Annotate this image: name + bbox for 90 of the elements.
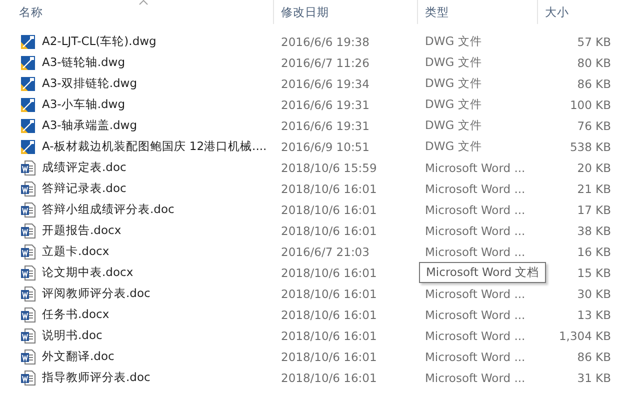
word-document-icon <box>20 286 36 302</box>
word-document-icon <box>20 328 36 344</box>
file-type: Microsoft Word ... <box>425 202 526 216</box>
file-size: 538 KB <box>570 140 611 154</box>
modified-date: 2016/6/6 19:31 <box>281 118 370 132</box>
modified-date: 2016/6/7 11:26 <box>281 56 370 70</box>
word-document-icon <box>20 370 36 386</box>
modified-date: 2018/10/6 16:01 <box>281 328 377 342</box>
file-name[interactable]: 成绩评定表.doc <box>42 160 126 175</box>
file-type: Microsoft Word ... <box>425 328 526 342</box>
file-name[interactable]: A2-LJT-CL(车轮).dwg <box>42 34 156 49</box>
file-name[interactable]: 任务书.docx <box>42 307 110 322</box>
file-name[interactable]: A3-链轮轴.dwg <box>42 55 125 70</box>
file-name[interactable]: A3-小车轴.dwg <box>42 97 125 112</box>
file-size: 38 KB <box>577 224 611 238</box>
file-type: Microsoft Word ... <box>425 286 526 300</box>
file-name[interactable]: 立题卡.docx <box>42 244 110 259</box>
word-document-icon <box>20 202 36 218</box>
word-document-icon <box>20 348 36 364</box>
file-name[interactable]: A-板材裁边机装配图鲍国庆 12港口机械.... <box>42 139 267 154</box>
word-document-icon <box>20 160 36 176</box>
drawing-file-icon <box>20 76 36 92</box>
word-document-icon <box>20 244 36 260</box>
drawing-file-icon <box>20 96 36 112</box>
tooltip: Microsoft Word 文档 <box>419 262 546 283</box>
file-name[interactable]: 评阅教师评分表.doc <box>42 286 150 301</box>
file-name[interactable]: A3-轴承端盖.dwg <box>42 118 137 133</box>
file-type: Microsoft Word ... <box>425 182 526 196</box>
modified-date: 2016/6/6 19:31 <box>281 98 370 112</box>
modified-date: 2018/10/6 16:01 <box>281 182 377 196</box>
file-size: 57 KB <box>577 34 611 48</box>
drawing-file-icon <box>20 138 36 154</box>
file-size: 100 KB <box>570 98 611 112</box>
modified-date: 2016/6/9 10:51 <box>281 140 370 154</box>
column-header[interactable]: 大小 <box>545 4 569 20</box>
word-document-icon <box>20 306 36 322</box>
file-name[interactable]: 开题报告.docx <box>42 223 122 238</box>
file-size: 13 KB <box>577 308 611 322</box>
drawing-file-icon <box>20 118 36 134</box>
modified-date: 2018/10/6 16:01 <box>281 308 377 322</box>
file-type: Microsoft Word ... <box>425 370 526 384</box>
file-type: DWG 文件 <box>425 34 482 49</box>
file-size: 17 KB <box>577 202 611 216</box>
file-name[interactable]: 外文翻译.doc <box>42 349 114 364</box>
file-type: DWG 文件 <box>425 139 482 154</box>
file-type: Microsoft Word ... <box>425 244 526 258</box>
file-name[interactable]: 说明书.doc <box>42 328 102 343</box>
file-size: 80 KB <box>577 56 611 70</box>
file-size: 86 KB <box>577 76 611 90</box>
file-type: DWG 文件 <box>425 97 482 112</box>
file-size: 21 KB <box>577 182 611 196</box>
word-document-icon <box>20 264 36 280</box>
modified-date: 2018/10/6 16:01 <box>281 202 377 216</box>
modified-date: 2018/10/6 16:01 <box>281 266 377 280</box>
file-size: 30 KB <box>577 286 611 300</box>
file-size: 1,304 KB <box>558 328 611 342</box>
file-size: 86 KB <box>577 350 611 364</box>
column-header[interactable]: 修改日期 <box>281 4 329 20</box>
file-type: Microsoft Word ... <box>425 350 526 364</box>
modified-date: 2018/10/6 16:01 <box>281 370 377 384</box>
modified-date: 2016/6/6 19:34 <box>281 76 370 90</box>
word-document-icon <box>20 180 36 196</box>
drawing-file-icon <box>20 54 36 70</box>
modified-date: 2018/10/6 16:01 <box>281 224 377 238</box>
file-size: 20 KB <box>577 160 611 174</box>
file-size: 76 KB <box>577 118 611 132</box>
file-type: DWG 文件 <box>425 118 482 133</box>
file-size: 15 KB <box>577 266 611 280</box>
file-type: Microsoft Word ... <box>425 160 526 174</box>
modified-date: 2016/6/6 19:38 <box>281 34 370 48</box>
file-type: Microsoft Word ... <box>425 224 526 238</box>
file-name[interactable]: 答辩小组成绩评分表.doc <box>42 202 174 217</box>
file-size: 31 KB <box>577 370 611 384</box>
modified-date: 2018/10/6 16:01 <box>281 350 377 364</box>
file-name[interactable]: A3-双排链轮.dwg <box>42 76 137 91</box>
file-type: Microsoft Word ... <box>425 308 526 322</box>
file-name[interactable]: 指导教师评分表.doc <box>42 370 150 385</box>
file-type: DWG 文件 <box>425 55 482 70</box>
column-header[interactable]: 类型 <box>425 4 449 20</box>
file-size: 16 KB <box>577 244 611 258</box>
file-type: DWG 文件 <box>425 76 482 91</box>
column-header[interactable]: 名称 <box>19 4 43 20</box>
modified-date: 2018/10/6 16:01 <box>281 286 377 300</box>
word-document-icon <box>20 222 36 238</box>
file-name[interactable]: 论文期中表.docx <box>42 265 134 280</box>
sort-up-icon <box>139 0 148 5</box>
drawing-file-icon <box>20 34 36 50</box>
file-name[interactable]: 答辩记录表.doc <box>42 181 126 196</box>
modified-date: 2016/6/7 21:03 <box>281 244 370 258</box>
modified-date: 2018/10/6 15:59 <box>281 160 377 174</box>
